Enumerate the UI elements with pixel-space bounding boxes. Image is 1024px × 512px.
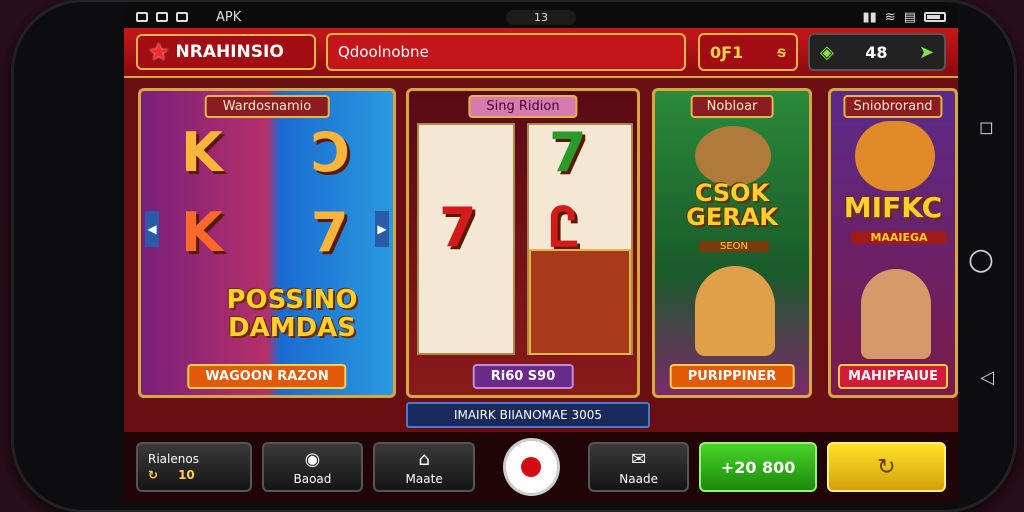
game-subtitle: MAAIEGA [851,231,947,244]
nav-button[interactable]: ◉ Baoad [261,442,364,492]
character-image [695,266,775,356]
recents-icon[interactable]: ◁ [980,367,994,388]
notification-icon [176,12,188,22]
reel-symbol: 7 [311,201,349,264]
coins-value: 0Ƒ1 [710,42,744,62]
promo-banner[interactable]: IMAIRK BIIANOMAE 3005 [406,402,650,428]
chat-icon: ✉ [631,448,647,470]
game-card[interactable]: Sniobrorand MIFKC MAAIEGA MAHIPFAIUE [828,88,958,398]
bottom-bar: Rialenos ↻ 10 ◉ Baoad ⌂ Maate ✉ Naade +2… [124,432,958,502]
app-logo[interactable]: ★ NRAHINSIO [136,34,316,70]
app-screen: APK 13 ▮▮ ≋ ▤ ★ NRAHINSIO Qdoolnobne 0Ƒ1… [124,6,958,502]
dice-button[interactable] [502,438,560,496]
game-card-footer: PURIPPINER [669,364,795,389]
refresh-icon: ↻ [877,454,896,480]
game-card-footer: Ri60 S90 [472,364,574,389]
game-card-footer: WAGOON RAZON [187,364,347,389]
balance-value: 10 [178,468,195,482]
balance-button[interactable]: Rialenos ↻ 10 [136,442,252,492]
chevron-right-icon[interactable]: ▶ [375,211,389,247]
nav-label: Maate [405,471,443,486]
back-icon[interactable]: ◻ [979,117,994,138]
data-icon: ▤ [903,9,916,25]
star-icon: ★ [148,38,170,66]
dice-icon [521,457,542,477]
game-subtitle: SEON [699,241,769,252]
refresh-button[interactable]: ↻ [826,442,947,492]
gems-counter[interactable]: ◈ 48 ➤ [808,33,946,71]
game-headline: POSSINO DAMDAS [226,285,358,343]
coins-suffix: ᵴ [777,42,786,61]
signal-icon: ▮▮ [862,9,877,25]
game-card-footer: MAHIPFAIUE [838,364,948,389]
nav-button[interactable]: ✉ Naade [587,442,690,492]
refresh-icon: ↻ [148,468,159,482]
character-image [861,269,931,359]
top-bar: ★ NRAHINSIO Qdoolnobne 0Ƒ1 ᵴ ◈ 48 ➤ [124,28,958,78]
circle-icon: ◉ [304,448,321,470]
gems-value: 48 [865,42,888,62]
wifi-icon: ≋ [884,9,896,25]
reel-symbol: K [181,121,223,184]
tiger-image [855,121,935,191]
game-card-title: Sniobrorand [843,95,943,118]
game-card-title: Sing Ridion [468,95,578,118]
search-input[interactable]: Qdoolnobne [326,33,686,71]
notification-icon [156,12,168,22]
chevron-left-icon[interactable]: ◀ [145,211,159,247]
reel-symbol: Ↄ [311,121,351,184]
game-card[interactable]: Wardosnamio ◀ ▶ K K Ↄ 7 POSSINO DAMDAS W… [138,88,396,398]
app-label: APK [216,9,242,25]
house-icon: ⌂ [418,448,430,470]
coins-counter[interactable]: 0Ƒ1 ᵴ [698,33,798,71]
game-card[interactable]: Sing Ridion 7 7 Ꮭ Ri60 S90 [406,88,640,398]
reel-symbol: K [181,201,223,264]
arrow-icon: ➤ [918,41,934,63]
notification-icon [136,12,148,22]
deposit-button[interactable]: +20 800 [699,442,817,492]
game-card[interactable]: Nobloar CSOK GERAK SEON PURIPPINER [652,88,812,398]
phone-frame: ◻ ○ ◁ APK 13 ▮▮ ≋ ▤ ★ NRAHINSIO Qdoolnob… [14,2,1014,510]
gem-icon: ◈ [820,41,834,63]
game-headline: CSOK GERAK [686,179,778,231]
treasure-icon [695,126,771,186]
game-card-title: Wardosnamio [204,95,330,118]
nav-label: Baoad [293,471,332,486]
game-headline: MIFKC [843,191,943,224]
battery-icon [924,12,946,22]
home-button[interactable]: ○ [968,242,994,277]
character-image [529,249,631,355]
nav-button[interactable]: ⌂ Maate [373,442,475,492]
balance-label: Rialenos [148,452,199,466]
game-card-title: Nobloar [690,95,774,118]
game-carousel: Wardosnamio ◀ ▶ K K Ↄ 7 POSSINO DAMDAS W… [138,88,958,400]
status-bar: APK 13 ▮▮ ≋ ▤ [124,6,958,28]
reel-symbol: 7 [549,121,587,184]
reel-symbol: 7 [439,196,477,259]
logo-text: NRAHINSIO [175,42,284,62]
nav-label: Naade [619,471,658,486]
status-time: 13 [506,9,576,25]
